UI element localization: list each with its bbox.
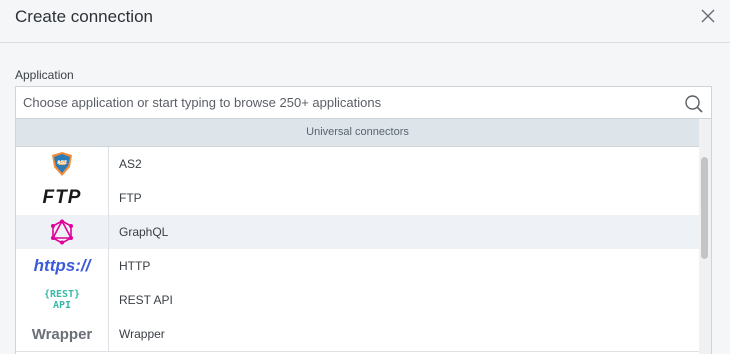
list-item-rest-api[interactable]: {REST} API REST API <box>16 283 699 318</box>
list-item-label: Wrapper <box>119 327 165 341</box>
application-search-input[interactable] <box>23 87 673 118</box>
list-item-label: REST API <box>119 293 173 307</box>
connector-list: Universal connectors AS2 AS2 FTP FTP Gra… <box>15 119 712 354</box>
list-item-label: FTP <box>119 191 142 205</box>
application-search[interactable] <box>15 86 712 119</box>
rest-api-logo: {REST} API <box>16 283 109 317</box>
dialog-title: Create connection <box>15 7 153 26</box>
search-icon[interactable] <box>684 94 704 114</box>
scrollbar-thumb[interactable] <box>701 157 708 259</box>
list-item-wrapper[interactable]: Wrapper Wrapper <box>16 317 699 352</box>
list-scrollbar[interactable] <box>699 119 711 354</box>
ftp-logo: FTP <box>16 181 109 215</box>
wrapper-logo: Wrapper <box>16 317 109 351</box>
https-logo: https:// <box>16 249 109 283</box>
list-item-label: AS2 <box>119 157 142 171</box>
svg-text:AS2: AS2 <box>57 160 67 166</box>
dialog-header: Create connection <box>0 0 730 43</box>
as2-logo: AS2 <box>16 147 109 181</box>
list-item-http[interactable]: https:// HTTP <box>16 249 699 284</box>
graphql-logo <box>16 215 109 249</box>
list-item-graphql[interactable]: GraphQL <box>16 215 699 250</box>
list-item-label: HTTP <box>119 259 151 273</box>
group-header: Universal connectors <box>16 119 699 147</box>
close-icon[interactable] <box>698 6 718 26</box>
application-label: Application <box>15 68 74 82</box>
list-item-ftp[interactable]: FTP FTP <box>16 181 699 216</box>
list-item-label: GraphQL <box>119 225 169 239</box>
list-item-as2[interactable]: AS2 AS2 <box>16 147 699 182</box>
